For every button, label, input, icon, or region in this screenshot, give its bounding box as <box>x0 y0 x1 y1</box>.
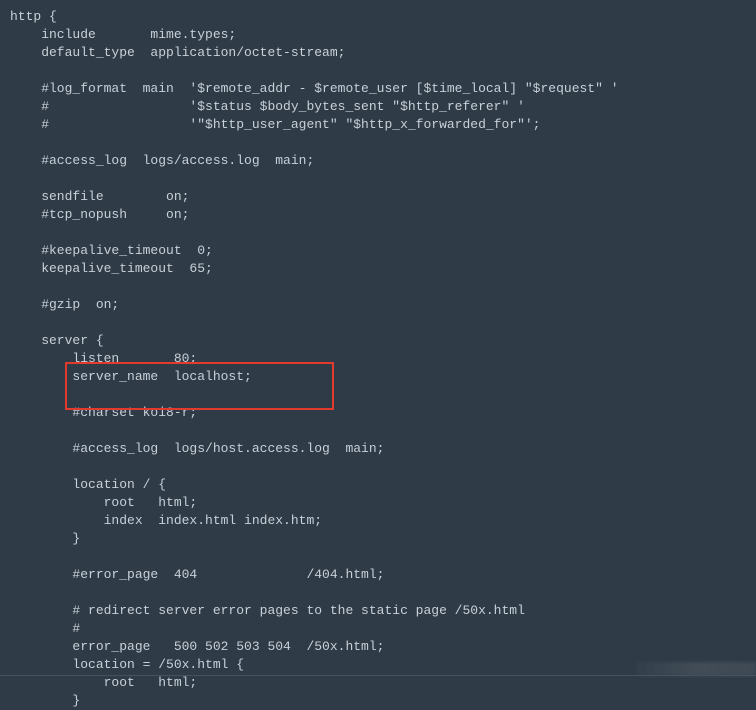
code-line: # <box>10 620 756 638</box>
code-line: default_type application/octet-stream; <box>10 44 756 62</box>
code-line: #keepalive_timeout 0; <box>10 242 756 260</box>
code-line <box>10 224 756 242</box>
code-line: } <box>10 530 756 548</box>
code-line: keepalive_timeout 65; <box>10 260 756 278</box>
code-line: #gzip on; <box>10 296 756 314</box>
code-line <box>10 458 756 476</box>
code-line: #charset koi8-r; <box>10 404 756 422</box>
code-line <box>10 278 756 296</box>
code-block: http { include mime.types; default_type … <box>0 0 756 710</box>
code-line: listen 80; <box>10 350 756 368</box>
code-line <box>10 62 756 80</box>
code-line: } <box>10 692 756 710</box>
code-line: #access_log logs/host.access.log main; <box>10 440 756 458</box>
watermark-smudge <box>636 662 756 676</box>
code-line: location / { <box>10 476 756 494</box>
code-line: server_name localhost; <box>10 368 756 386</box>
code-line: root html; <box>10 674 756 692</box>
code-line: # '$status $body_bytes_sent "$http_refer… <box>10 98 756 116</box>
code-line: error_page 500 502 503 504 /50x.html; <box>10 638 756 656</box>
code-line <box>10 314 756 332</box>
code-line <box>10 170 756 188</box>
code-line: # '"$http_user_agent" "$http_x_forwarded… <box>10 116 756 134</box>
code-line: # redirect server error pages to the sta… <box>10 602 756 620</box>
code-line: http { <box>10 8 756 26</box>
code-line: #access_log logs/access.log main; <box>10 152 756 170</box>
code-line <box>10 548 756 566</box>
code-line: include mime.types; <box>10 26 756 44</box>
code-line: index index.html index.htm; <box>10 512 756 530</box>
code-line: server { <box>10 332 756 350</box>
code-line: #error_page 404 /404.html; <box>10 566 756 584</box>
code-line <box>10 584 756 602</box>
code-line: #log_format main '$remote_addr - $remote… <box>10 80 756 98</box>
code-line: sendfile on; <box>10 188 756 206</box>
code-line: root html; <box>10 494 756 512</box>
code-line <box>10 386 756 404</box>
code-line <box>10 134 756 152</box>
code-line <box>10 422 756 440</box>
code-line: #tcp_nopush on; <box>10 206 756 224</box>
